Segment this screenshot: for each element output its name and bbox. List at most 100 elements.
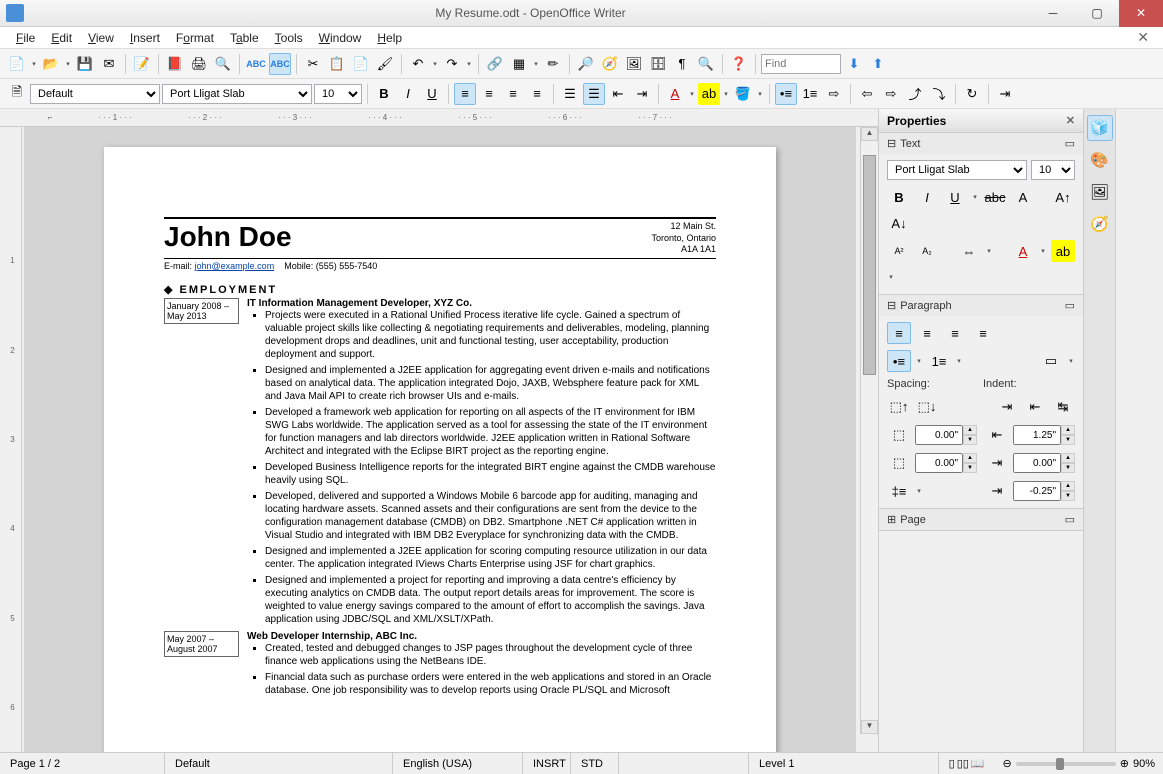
scroll-down-icon[interactable]: ▼ — [861, 720, 878, 734]
email-icon[interactable]: ✉ — [98, 53, 120, 75]
status-insert[interactable]: INSRT — [523, 753, 571, 774]
edit-icon[interactable]: 📝 — [131, 53, 153, 75]
sidebar-size-select[interactable]: 10 — [1031, 160, 1075, 180]
hyperlink-icon[interactable]: 🔗 — [484, 53, 506, 75]
promote-arrow-icon[interactable]: ⇦ — [856, 83, 878, 105]
view-book-icon[interactable]: 📖 — [971, 757, 985, 770]
sidebar-align-center[interactable]: ≡ — [915, 322, 939, 344]
navigator-icon[interactable]: 🧭 — [599, 53, 621, 75]
spinner-down[interactable]: ▼ — [963, 463, 977, 473]
menu-window[interactable]: Window — [313, 29, 368, 47]
spinner-down[interactable]: ▼ — [1061, 491, 1075, 501]
menu-help[interactable]: Help — [371, 29, 408, 47]
status-language[interactable]: English (USA) — [393, 753, 523, 774]
sidebar-align-justify[interactable]: ≡ — [971, 322, 995, 344]
horizontal-ruler[interactable]: ⌐ · · · 1 · · ·· · · 2 · · ·· · · 3 · · … — [0, 109, 878, 127]
font-color-button[interactable]: A — [664, 83, 686, 105]
zoom-value[interactable]: 90% — [1133, 758, 1155, 770]
status-std[interactable]: STD — [571, 753, 619, 774]
drawing-icon[interactable]: ✏ — [542, 53, 564, 75]
sidebar-font-select[interactable]: Port Lligat Slab — [887, 160, 1027, 180]
restart-numbering-icon[interactable]: ↻ — [961, 83, 983, 105]
status-page[interactable]: Page 1 / 2 — [0, 753, 165, 774]
view-multi-icon[interactable]: ▯▯ — [957, 757, 969, 770]
sidebar-hanging-icon[interactable]: ↹ — [1051, 396, 1075, 418]
menu-view[interactable]: View — [82, 29, 120, 47]
move-down-icon[interactable]: ⤵ — [928, 83, 950, 105]
spinner-down[interactable]: ▼ — [1061, 435, 1075, 445]
save-icon[interactable]: 💾 — [74, 53, 96, 75]
sidebar-firstline-input[interactable] — [1013, 481, 1061, 501]
status-style[interactable]: Default — [165, 753, 393, 774]
font-name-select[interactable]: Port Lligat Slab — [162, 84, 312, 104]
vertical-ruler[interactable]: 123456 — [4, 127, 22, 752]
sidebar-underline-button[interactable]: U — [943, 186, 967, 208]
sidebar-paragraph-header[interactable]: ⊟ Paragraph▭ — [879, 295, 1083, 316]
sidebar-spacing-dropdown[interactable]: ▾ — [985, 240, 993, 262]
sidebar-numbers-dropdown[interactable]: ▾ — [955, 350, 963, 372]
sidebar-inc-spacing-icon[interactable]: ⬚↑ — [887, 396, 911, 418]
paste-icon[interactable]: 📄 — [350, 53, 372, 75]
sidebar-strike-button[interactable]: abc — [983, 186, 1007, 208]
align-left-button[interactable]: ≡ — [454, 83, 476, 105]
list-bullets-button[interactable]: •≡ — [775, 83, 797, 105]
maximize-button[interactable]: ▢ — [1075, 0, 1119, 27]
sidebar-fontcolor-dropdown[interactable]: ▾ — [1039, 240, 1047, 262]
sidebar-bullets-button[interactable]: •≡ — [887, 350, 911, 372]
format-paint-icon[interactable]: 🖌 — [374, 53, 396, 75]
find-icon[interactable]: 🔎 — [575, 53, 597, 75]
sidebar-italic-button[interactable]: I — [915, 186, 939, 208]
view-single-icon[interactable]: ▯ — [949, 757, 955, 770]
spellcheck-icon[interactable]: ABC — [245, 53, 267, 75]
find-next-icon[interactable]: ⬇ — [843, 53, 865, 75]
sidebar-above-input[interactable] — [915, 425, 963, 445]
bulleted-list-button[interactable]: ☰ — [583, 83, 605, 105]
tab-icon[interactable]: ⇥ — [994, 83, 1016, 105]
document-viewport[interactable]: John Doe 12 Main St. Toronto, Ontario A1… — [24, 127, 856, 752]
find-input[interactable] — [761, 54, 841, 74]
sidebar-align-right[interactable]: ≡ — [943, 322, 967, 344]
underline-button[interactable]: U — [421, 83, 443, 105]
zoom-icon[interactable]: 🔍 — [695, 53, 717, 75]
sidebar-linespace-dropdown[interactable]: ▾ — [915, 480, 923, 502]
spinner-up[interactable]: ▲ — [963, 425, 977, 435]
sidebar-page-header[interactable]: ⊞ Page▭ — [879, 509, 1083, 530]
sidebar-tab-styles[interactable]: 🎨 — [1087, 147, 1113, 173]
document-page[interactable]: John Doe 12 Main St. Toronto, Ontario A1… — [104, 147, 776, 752]
sidebar-close-icon[interactable]: ✕ — [1066, 114, 1075, 127]
scroll-thumb[interactable] — [863, 155, 876, 375]
sidebar-sub-button[interactable]: A₂ — [915, 240, 939, 262]
sidebar-bullets-dropdown[interactable]: ▾ — [915, 350, 923, 372]
new-dropdown[interactable]: ▾ — [30, 53, 38, 75]
preview-icon[interactable]: 🔍 — [212, 53, 234, 75]
gallery-icon[interactable]: 🖼 — [623, 53, 645, 75]
status-level[interactable]: Level 1 — [749, 753, 939, 774]
redo-icon[interactable]: ↷ — [441, 53, 463, 75]
sidebar-shrink-font-button[interactable]: A↓ — [887, 212, 911, 234]
menu-edit[interactable]: Edit — [45, 29, 78, 47]
highlight-button[interactable]: ab — [698, 83, 720, 105]
sidebar-spacing-button[interactable]: ⇔ — [957, 240, 981, 262]
bg-color-button[interactable]: 🪣 — [732, 83, 754, 105]
close-button[interactable]: ✕ — [1119, 0, 1163, 27]
align-right-button[interactable]: ≡ — [502, 83, 524, 105]
print-icon[interactable]: 🖨 — [188, 53, 210, 75]
sidebar-text-header[interactable]: ⊟ Text▭ — [879, 133, 1083, 154]
sidebar-highlight-dropdown[interactable]: ▾ — [887, 266, 895, 288]
zoom-knob[interactable] — [1056, 758, 1064, 770]
align-center-button[interactable]: ≡ — [478, 83, 500, 105]
table-icon[interactable]: ▦ — [508, 53, 530, 75]
zoom-in-icon[interactable]: ⊕ — [1120, 757, 1129, 770]
sidebar-super-button[interactable]: A² — [887, 240, 911, 262]
sidebar-inc-indent-icon[interactable]: ⇥ — [995, 396, 1019, 418]
bg-color-dropdown[interactable]: ▾ — [756, 83, 764, 105]
spinner-up[interactable]: ▲ — [1061, 481, 1075, 491]
copy-icon[interactable]: 📋 — [326, 53, 348, 75]
sidebar-tab-properties[interactable]: 🧊 — [1087, 115, 1113, 141]
sidebar-underline-dropdown[interactable]: ▾ — [971, 186, 979, 208]
menu-file[interactable]: File — [10, 29, 41, 47]
decrease-indent-button[interactable]: ⇤ — [607, 83, 629, 105]
close-document-button[interactable]: ✕ — [1133, 29, 1153, 46]
italic-button[interactable]: I — [397, 83, 419, 105]
demote-button[interactable]: ⇨ — [823, 83, 845, 105]
